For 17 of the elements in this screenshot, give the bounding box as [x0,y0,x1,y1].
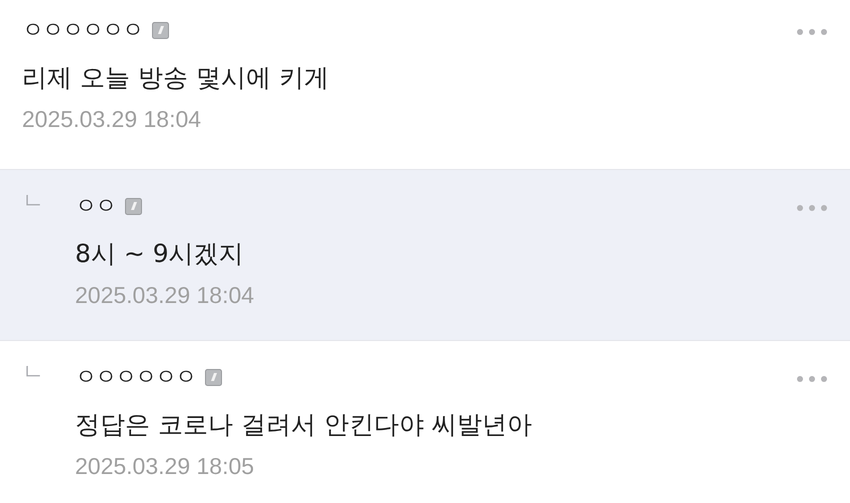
user-badge-icon [205,368,222,386]
user-badge-icon [152,22,169,38]
user-badge-icon [125,198,142,214]
reply-marker: ㄴ [22,359,45,387]
author-name: ㅇㅇㅇㅇㅇㅇ [75,364,195,392]
comment-date: 2025.03.29 18:04 [22,106,202,133]
more-options-icon[interactable] [796,375,828,383]
comment-text: 8시 ~ 9시겠지 [75,238,245,270]
comment-date: 2025.03.29 18:05 [75,453,256,480]
more-options-icon[interactable] [796,204,828,212]
author-name: ㅇㅇ [75,193,115,221]
comment-text: 리제 오늘 방송 몇시에 키게 [22,62,330,94]
comment-date: 2025.03.29 18:04 [75,282,256,309]
more-options-icon[interactable] [796,28,828,36]
reply-marker: ㄴ [22,188,45,216]
comment-text: 정답은 코로나 걸려서 안킨다야 씨발년아 [75,408,533,440]
author-name: ㅇㅇㅇㅇㅇㅇ [22,17,142,45]
